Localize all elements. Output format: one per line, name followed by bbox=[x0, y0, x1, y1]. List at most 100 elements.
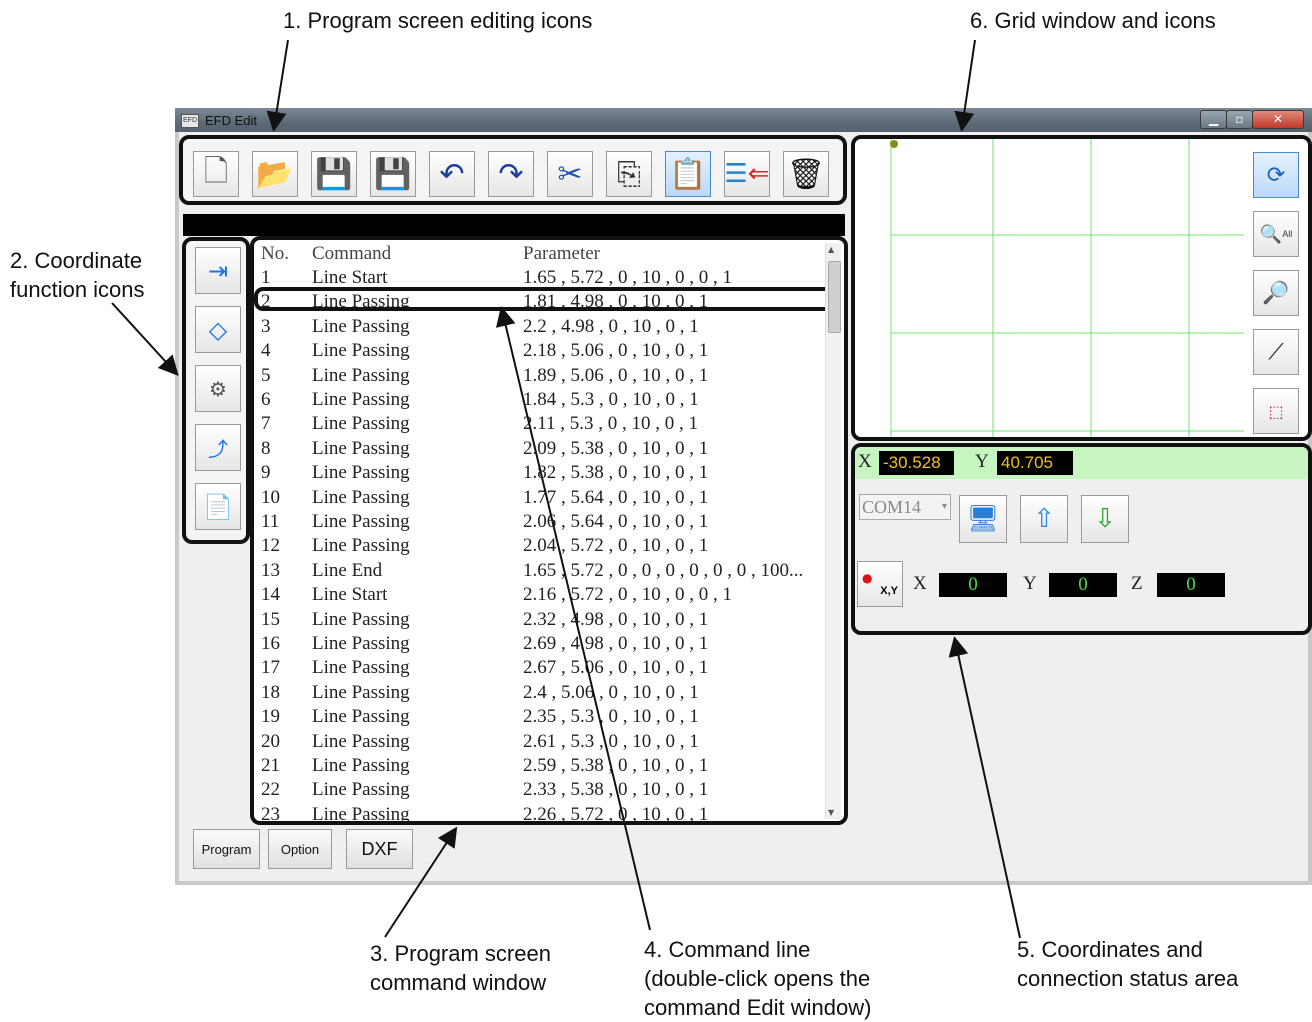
window-title: EFD Edit bbox=[205, 113, 258, 128]
row-no: 1 bbox=[261, 267, 271, 288]
scroll-thumb[interactable] bbox=[828, 261, 841, 333]
table-row[interactable]: 7 Line Passing 2.11 , 5.3 , 0 , 10 , 0 , 1 bbox=[261, 413, 826, 437]
row-command: Line Passing bbox=[312, 608, 410, 630]
scroll-down-icon[interactable]: ▼ bbox=[828, 808, 834, 817]
program-button[interactable]: Program bbox=[193, 829, 260, 869]
table-row[interactable]: 23 Line Passing 2.26 , 5.72 , 0 , 10 , 0 ,… bbox=[261, 804, 826, 821]
row-command: Line Passing bbox=[312, 681, 410, 703]
open-folder-icon[interactable]: 📂 bbox=[252, 151, 298, 197]
row-no: 14 bbox=[261, 584, 280, 606]
row-command: Line Passing bbox=[312, 364, 410, 386]
draw-line-icon[interactable]: ⟋ bbox=[1253, 329, 1299, 375]
row-command: Line Passing bbox=[312, 706, 410, 728]
zoom-all-icon[interactable]: 🔍 All bbox=[1253, 211, 1299, 257]
row-no: 18 bbox=[261, 681, 280, 703]
command-window[interactable]: No. Command Parameter 1 Line Start 1.65 , … bbox=[250, 236, 848, 825]
row-no: 10 bbox=[261, 486, 280, 508]
table-row[interactable]: 6 Line Passing 1.84 , 5.3 , 0 , 10 , 0 , 1 bbox=[261, 389, 826, 413]
upload-icon[interactable]: ⇧ bbox=[1020, 495, 1068, 543]
measure-icon[interactable]: ◇ bbox=[195, 306, 241, 353]
table-row[interactable]: 4 Line Passing 2.18 , 5.06 , 0 , 10 , 0 , … bbox=[261, 340, 826, 364]
grid-canvas[interactable] bbox=[855, 139, 1244, 437]
row-no: 21 bbox=[261, 755, 280, 776]
delete-icon[interactable]: 🗑 bbox=[783, 151, 829, 197]
table-row[interactable]: 8 Line Passing 2.09 , 5.38 , 0 , 10 , 0 , … bbox=[261, 438, 826, 462]
maximize-icon[interactable]: ▫ bbox=[1226, 110, 1253, 129]
selected-command-line[interactable] bbox=[254, 287, 834, 311]
coordinate-toolbar: ⇥ ◇ ⚙ ⤴ 📄 bbox=[182, 237, 250, 544]
table-row[interactable]: 22 Line Passing 2.33 , 5.38 , 0 , 10 , 0 ,… bbox=[261, 779, 826, 803]
z-settings-icon[interactable]: ⚙ bbox=[195, 365, 241, 412]
dxf-button[interactable]: DXF bbox=[346, 829, 413, 869]
paste-icon[interactable]: 📋 bbox=[665, 151, 711, 197]
table-row[interactable]: 13 Line End 1.65 , 5.72 , 0 , 0 , 0 , 0 , … bbox=[261, 560, 826, 584]
table-row[interactable]: 18 Line Passing 2.4 , 5.06 , 0 , 10 , 0 , … bbox=[261, 682, 826, 706]
table-row[interactable]: 3 Line Passing 2.2 , 4.98 , 0 , 10 , 0 , 1 bbox=[261, 316, 826, 340]
list-scrollbar[interactable]: ▲ ▼ bbox=[825, 243, 841, 819]
row-parameter: 2.04 , 5.72 , 0 , 10 , 0 , 1 bbox=[523, 535, 709, 557]
row-parameter: 2.61 , 5.3 , 0 , 10 , 0 , 1 bbox=[523, 730, 699, 752]
callout-coordinate-icons: 2. Coordinate function icons bbox=[10, 248, 145, 302]
scroll-up-icon[interactable]: ▲ bbox=[828, 245, 834, 254]
row-parameter: 2.59 , 5.38 , 0 , 10 , 0 , 1 bbox=[523, 755, 709, 776]
arrow-2 bbox=[111, 302, 179, 376]
table-row[interactable]: 19 Line Passing 2.35 , 5.3 , 0 , 10 , 0 , … bbox=[261, 706, 826, 730]
table-row[interactable]: 15 Line Passing 2.32 , 4.98 , 0 , 10 , 0 ,… bbox=[261, 609, 826, 633]
connect-icon[interactable]: 🖥 bbox=[959, 495, 1007, 543]
teach-point-icon[interactable]: ⇥ bbox=[195, 247, 241, 294]
insert-icon[interactable]: ☰ ⇐ bbox=[724, 151, 770, 197]
table-row[interactable]: 10 Line Passing 1.77 , 5.64 , 0 , 10 , 0 ,… bbox=[261, 487, 826, 511]
row-no: 15 bbox=[261, 608, 280, 630]
header-no[interactable]: No. bbox=[261, 243, 289, 265]
cut-icon[interactable]: ✂ bbox=[547, 151, 593, 197]
row-parameter: 2.4 , 5.06 , 0 , 10 , 0 , 1 bbox=[523, 681, 699, 703]
row-command: Line Passing bbox=[312, 389, 410, 410]
row-command: Line Passing bbox=[312, 657, 410, 679]
xy-position-button[interactable]: ● X,Y bbox=[857, 561, 903, 607]
undo-icon[interactable]: ↶ bbox=[429, 151, 475, 197]
table-row[interactable]: 14 Line Start 2.16 , 5.72 , 0 , 10 , 0 , 0… bbox=[261, 584, 826, 608]
zoom-window-icon[interactable]: 🔎 bbox=[1253, 270, 1299, 316]
callout-grid-window: 6. Grid window and icons bbox=[970, 8, 1216, 33]
com-port-value: COM14 bbox=[862, 497, 922, 517]
table-row[interactable]: 17 Line Passing 2.67 , 5.06 , 0 , 10 , 0 ,… bbox=[261, 657, 826, 681]
row-parameter: 2.06 , 5.64 , 0 , 10 , 0 , 1 bbox=[523, 511, 709, 532]
table-row[interactable]: 16 Line Passing 2.69 , 4.98 , 0 , 10 , 0 ,… bbox=[261, 633, 826, 657]
row-parameter: 2.35 , 5.3 , 0 , 10 , 0 , 1 bbox=[523, 706, 699, 728]
xyz-move-icon[interactable]: ⤴ bbox=[195, 424, 241, 471]
callout-command-line: 4. Command line (double-click opens the co… bbox=[644, 937, 872, 1020]
redo-icon[interactable]: ↷ bbox=[488, 151, 534, 197]
red-dot-icon: ● bbox=[862, 571, 873, 585]
new-file-icon[interactable]: 🗋 bbox=[193, 151, 239, 197]
row-no: 19 bbox=[261, 706, 280, 728]
minimize-icon[interactable]: ▁ bbox=[1200, 110, 1227, 129]
header-command[interactable]: Command bbox=[312, 243, 391, 265]
copy-icon[interactable]: ⎘ bbox=[606, 151, 652, 197]
refresh-icon[interactable]: ⟳ bbox=[1253, 152, 1299, 198]
com-port-select[interactable]: COM14 ▾ bbox=[859, 494, 951, 520]
table-row[interactable]: 21 Line Passing 2.59 , 5.38 , 0 , 10 , 0 ,… bbox=[261, 755, 826, 779]
header-parameter[interactable]: Parameter bbox=[523, 243, 600, 265]
select-area-icon[interactable]: ⬚ bbox=[1253, 388, 1299, 434]
download-icon[interactable]: ⇩ bbox=[1081, 495, 1129, 543]
row-parameter: 2.2 , 4.98 , 0 , 10 , 0 , 1 bbox=[523, 315, 699, 337]
table-row[interactable]: 20 Line Passing 2.61 , 5.3 , 0 , 10 , 0 , … bbox=[261, 731, 826, 755]
row-no: 4 bbox=[261, 340, 271, 362]
title-bar[interactable]: EFD EFD Edit ▁ ▫ ✕ bbox=[175, 108, 1312, 132]
option-button[interactable]: Option bbox=[268, 829, 332, 869]
save-icon[interactable]: 💾 bbox=[311, 151, 357, 197]
table-row[interactable]: 11 Line Passing 2.06 , 5.64 , 0 , 10 , 0 ,… bbox=[261, 511, 826, 535]
table-row[interactable]: 12 Line Passing 2.04 , 5.72 , 0 , 10 , 0 ,… bbox=[261, 535, 826, 559]
row-parameter: 1.84 , 5.3 , 0 , 10 , 0 , 1 bbox=[523, 389, 699, 410]
table-row[interactable]: 5 Line Passing 1.89 , 5.06 , 0 , 10 , 0 , … bbox=[261, 365, 826, 389]
list-header: No. Command Parameter bbox=[261, 243, 826, 267]
editing-toolbar: 🗋 📂 💾 💾 ↶ ↷ ✂ ⎘ 📋 ☰ ⇐ 🗑 bbox=[179, 135, 847, 205]
export-icon[interactable]: 📄 bbox=[195, 483, 241, 530]
cursor-x-label: X bbox=[858, 451, 872, 472]
save-as-icon[interactable]: 💾 bbox=[370, 151, 416, 197]
row-command: Line End bbox=[312, 559, 383, 581]
close-icon[interactable]: ✕ bbox=[1252, 110, 1304, 129]
table-row[interactable]: 9 Line Passing 1.82 , 5.38 , 0 , 10 , 0 , … bbox=[261, 462, 826, 486]
row-command: Line Passing bbox=[312, 413, 410, 435]
row-no: 17 bbox=[261, 657, 280, 679]
